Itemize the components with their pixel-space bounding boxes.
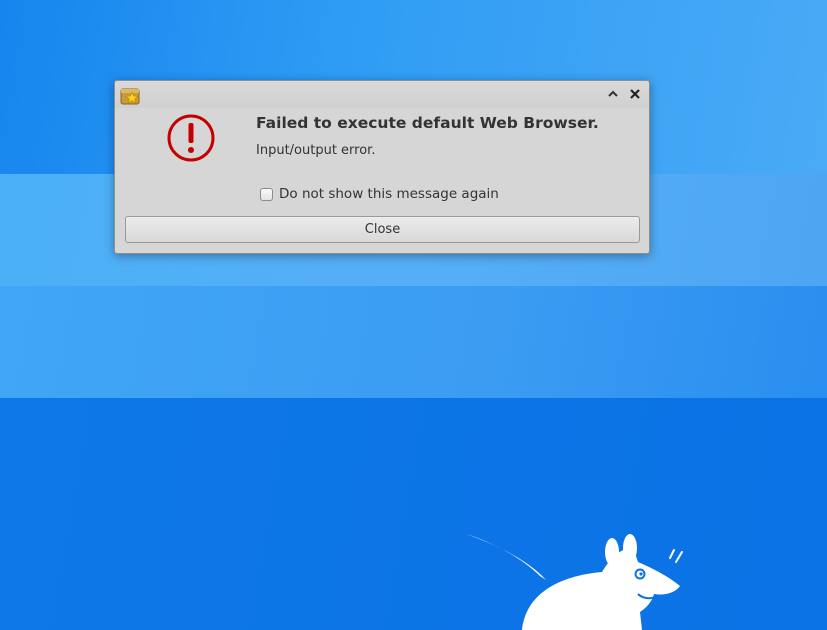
chevron-up-icon: [608, 90, 618, 97]
xfce-mouse-logo-icon: [466, 534, 683, 630]
dont-show-again-row[interactable]: Do not show this message again: [260, 185, 499, 203]
dialog-titlebar[interactable]: [115, 81, 649, 108]
error-title: Failed to execute default Web Browser.: [256, 114, 599, 132]
wallpaper-band-bottom: [0, 398, 827, 630]
shade-button[interactable]: [605, 86, 621, 102]
error-detail: Input/output error.: [256, 143, 376, 158]
close-button[interactable]: Close: [125, 216, 640, 243]
error-dialog: Failed to execute default Web Browser. I…: [114, 80, 650, 254]
app-icon: [120, 88, 140, 105]
dont-show-again-label[interactable]: Do not show this message again: [279, 186, 499, 202]
close-icon: [630, 89, 640, 99]
wallpaper-band-mid: [0, 286, 827, 398]
error-exclamation-icon: [167, 114, 215, 162]
dont-show-again-checkbox[interactable]: [260, 187, 273, 201]
titlebar-close-button[interactable]: [627, 86, 643, 102]
